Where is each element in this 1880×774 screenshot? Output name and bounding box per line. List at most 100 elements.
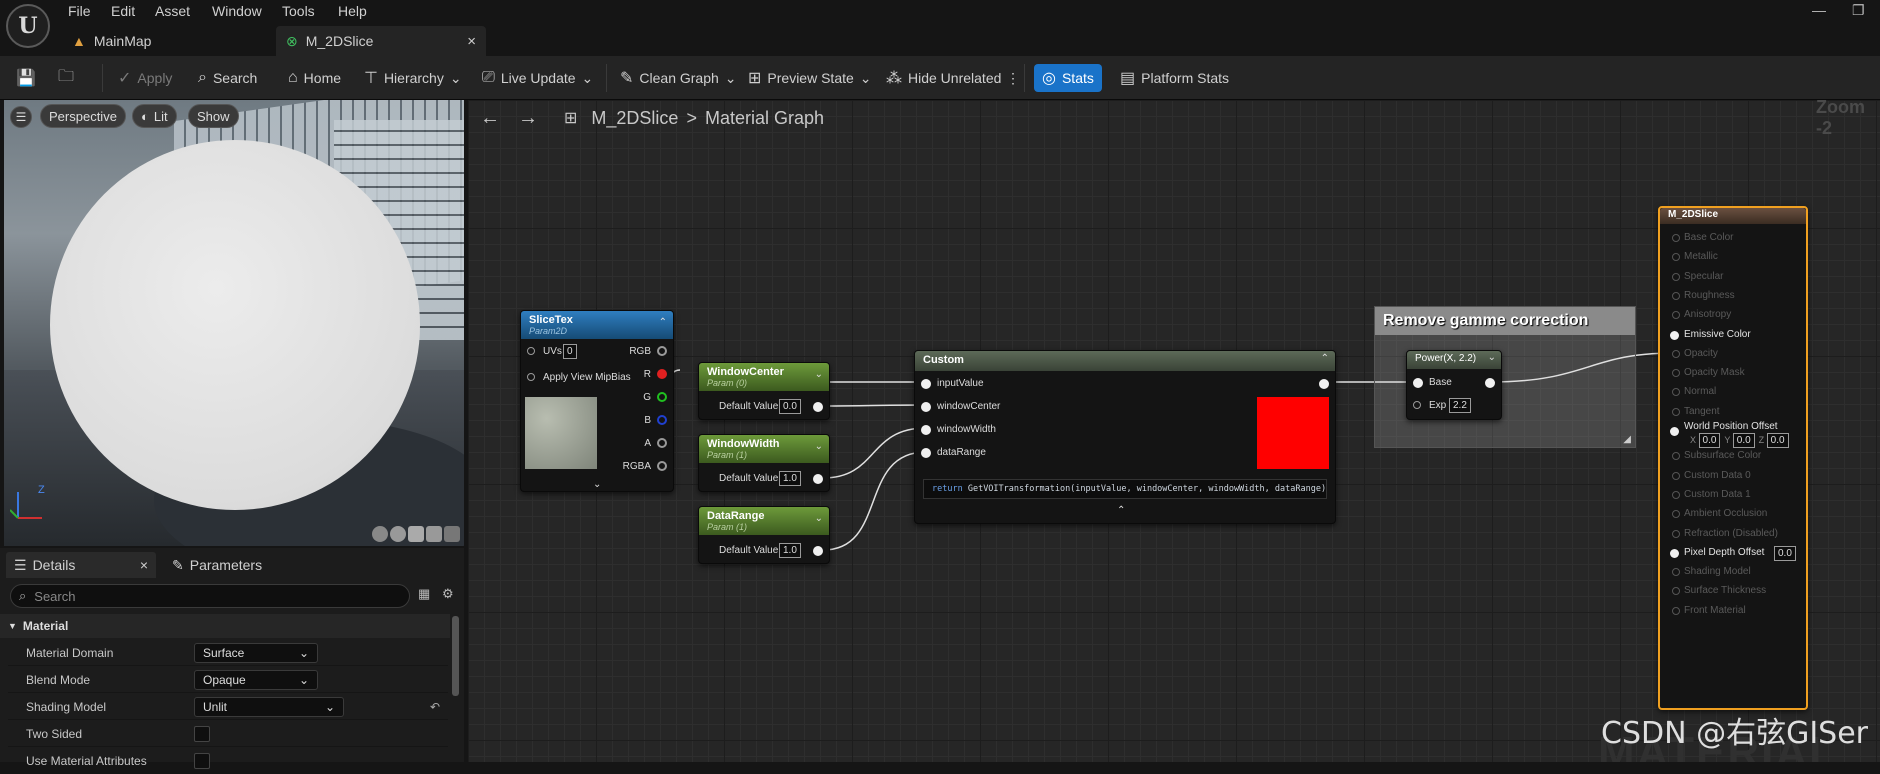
sphere-icon[interactable] xyxy=(390,526,406,542)
material-input-pin[interactable] xyxy=(1672,350,1680,358)
uvs-pin[interactable] xyxy=(527,347,535,355)
material-input-pin[interactable] xyxy=(1672,311,1680,319)
collapse-icon[interactable]: ⌃ xyxy=(1117,505,1125,516)
output-pin[interactable] xyxy=(1319,379,1329,389)
menu-edit[interactable]: Edit xyxy=(111,3,135,19)
wpo-value[interactable]: 0.0 xyxy=(1767,433,1789,448)
chevron-down-icon[interactable]: ⌄ xyxy=(815,369,823,380)
gear-icon[interactable]: ⚙ xyxy=(442,586,454,602)
two-sided-checkbox[interactable] xyxy=(194,726,210,742)
uvs-value[interactable]: 0 xyxy=(563,344,577,359)
collapse-icon[interactable]: ⌃ xyxy=(659,317,667,328)
perspective-button[interactable]: Perspective xyxy=(40,104,126,128)
mipbias-pin[interactable] xyxy=(527,373,535,381)
use-material-attributes-checkbox[interactable] xyxy=(194,753,210,769)
default-value-input[interactable]: 1.0 xyxy=(779,543,801,558)
input-pin[interactable] xyxy=(921,379,931,389)
material-input-pin[interactable] xyxy=(1672,491,1680,499)
default-value-input[interactable]: 1.0 xyxy=(779,471,801,486)
show-button[interactable]: Show xyxy=(188,104,239,128)
output-rgba-pin[interactable] xyxy=(657,461,667,471)
unreal-logo[interactable]: U xyxy=(6,4,50,48)
material-input-pin[interactable] xyxy=(1672,408,1680,416)
preview-viewport[interactable]: ☰ Perspective ◐ Lit Show Z xyxy=(4,100,464,546)
lit-button[interactable]: ◐ Lit xyxy=(132,104,177,128)
collapse-icon[interactable]: ⌃ xyxy=(1321,353,1329,364)
material-input-pin[interactable] xyxy=(1672,273,1680,281)
input-pin[interactable] xyxy=(921,425,931,435)
material-section-header[interactable]: ▼ Material xyxy=(0,614,450,638)
input-pin[interactable] xyxy=(921,448,931,458)
details-scrollbar[interactable] xyxy=(452,616,459,696)
material-graph[interactable]: ← → ⊞ M_2DSlice > Material Graph Zoom -2… xyxy=(468,100,1880,762)
tab-mainmap[interactable]: ▲ MainMap xyxy=(62,26,272,56)
code-field[interactable]: return GetVOITransformation(inputValue, … xyxy=(923,479,1327,499)
more-options-icon[interactable]: ⋮ xyxy=(1006,64,1020,92)
material-domain-select[interactable]: Surface⌄ xyxy=(194,643,318,663)
material-input-pin[interactable] xyxy=(1672,607,1680,615)
slicetex-node[interactable]: SliceTex Param2D ⌃ UVs 0 Apply View MipB… xyxy=(520,310,674,492)
material-input-pin[interactable] xyxy=(1672,369,1680,377)
output-pin[interactable] xyxy=(813,546,823,556)
menu-file[interactable]: File xyxy=(68,3,91,19)
output-b-pin[interactable] xyxy=(657,415,667,425)
exp-pin[interactable] xyxy=(1413,401,1421,409)
power-node[interactable]: Power(X, 2.2) ⌄ Base Exp 2.2 xyxy=(1406,350,1502,420)
cylinder-icon[interactable] xyxy=(372,526,388,542)
teapot-icon[interactable] xyxy=(444,526,460,542)
minimize-button[interactable]: — xyxy=(1812,2,1826,18)
clean-graph-button[interactable]: ✎ Clean Graph ⌄ xyxy=(620,64,737,92)
search-button[interactable]: ⌕ Search xyxy=(198,64,257,92)
preview-state-button[interactable]: ⊞ Preview State ⌄ xyxy=(748,64,872,92)
base-pin[interactable] xyxy=(1413,378,1423,388)
wpo-value[interactable]: 0.0 xyxy=(1733,433,1755,448)
wpo-value[interactable]: 0.0 xyxy=(1699,433,1721,448)
custom-node[interactable]: Custom ⌃ inputValue windowCenter windowW… xyxy=(914,350,1336,524)
cube-icon[interactable] xyxy=(426,526,442,542)
menu-help[interactable]: Help xyxy=(338,3,367,19)
output-rgb-pin[interactable] xyxy=(657,346,667,356)
material-input-pin[interactable] xyxy=(1672,234,1680,242)
shading-model-select[interactable]: Unlit⌄ xyxy=(194,697,344,717)
material-input-pin[interactable] xyxy=(1670,331,1679,340)
reset-arrow-icon[interactable]: ↶ xyxy=(430,700,440,714)
material-input-pin[interactable] xyxy=(1670,549,1679,558)
output-pin[interactable] xyxy=(813,474,823,484)
save-icon[interactable]: 💾 xyxy=(16,64,36,92)
output-pin[interactable] xyxy=(1485,378,1495,388)
tab-close-button[interactable]: × xyxy=(467,33,476,50)
plane-icon[interactable] xyxy=(408,526,424,542)
menu-asset[interactable]: Asset xyxy=(155,3,190,19)
hierarchy-button[interactable]: ⊤ Hierarchy ⌄ xyxy=(364,64,462,92)
material-input-pin[interactable] xyxy=(1672,452,1680,460)
live-update-button[interactable]: ⎚ Live Update ⌄ xyxy=(482,64,593,92)
exp-value[interactable]: 2.2 xyxy=(1449,398,1471,413)
wpo-vector-inputs[interactable]: X 0.0Y 0.0Z 0.0 xyxy=(1690,433,1793,448)
comment-title[interactable]: Remove gamme correction xyxy=(1375,307,1635,335)
output-r-pin[interactable] xyxy=(657,369,667,379)
output-pin[interactable] xyxy=(813,402,823,412)
output-g-pin[interactable] xyxy=(657,392,667,402)
material-output-node[interactable]: M_2DSlice Base ColorMetallicSpecularRoug… xyxy=(1658,206,1808,710)
tab-details[interactable]: ☰ Details × xyxy=(6,552,156,578)
input-pin[interactable] xyxy=(921,402,931,412)
viewport-menu-icon[interactable]: ☰ xyxy=(10,106,32,128)
output-a-pin[interactable] xyxy=(657,438,667,448)
table-view-icon[interactable]: ▦ xyxy=(418,586,430,602)
home-button[interactable]: ⌂ Home xyxy=(288,64,341,92)
details-search-input[interactable]: ⌕ Search xyxy=(10,584,410,608)
tab-material[interactable]: ⊗ M_2DSlice × xyxy=(276,26,486,56)
menu-tools[interactable]: Tools xyxy=(282,3,315,19)
apply-button[interactable]: ✓ Apply xyxy=(118,64,172,92)
stats-button[interactable]: ◎ Stats xyxy=(1034,64,1102,92)
window-center-node[interactable]: WindowCenter Param (0) ⌄ Default Value 0… xyxy=(698,362,830,420)
material-input-pin[interactable] xyxy=(1672,587,1680,595)
material-input-pin[interactable] xyxy=(1670,427,1679,436)
chevron-down-icon[interactable]: ⌄ xyxy=(815,441,823,452)
material-input-pin[interactable] xyxy=(1672,472,1680,480)
chevron-down-icon[interactable]: ⌄ xyxy=(1488,352,1496,363)
restore-button[interactable]: ❐ xyxy=(1852,2,1865,19)
pixel-depth-offset-value[interactable]: 0.0 xyxy=(1774,546,1796,561)
close-icon[interactable]: × xyxy=(140,557,148,573)
default-value-input[interactable]: 0.0 xyxy=(779,399,801,414)
